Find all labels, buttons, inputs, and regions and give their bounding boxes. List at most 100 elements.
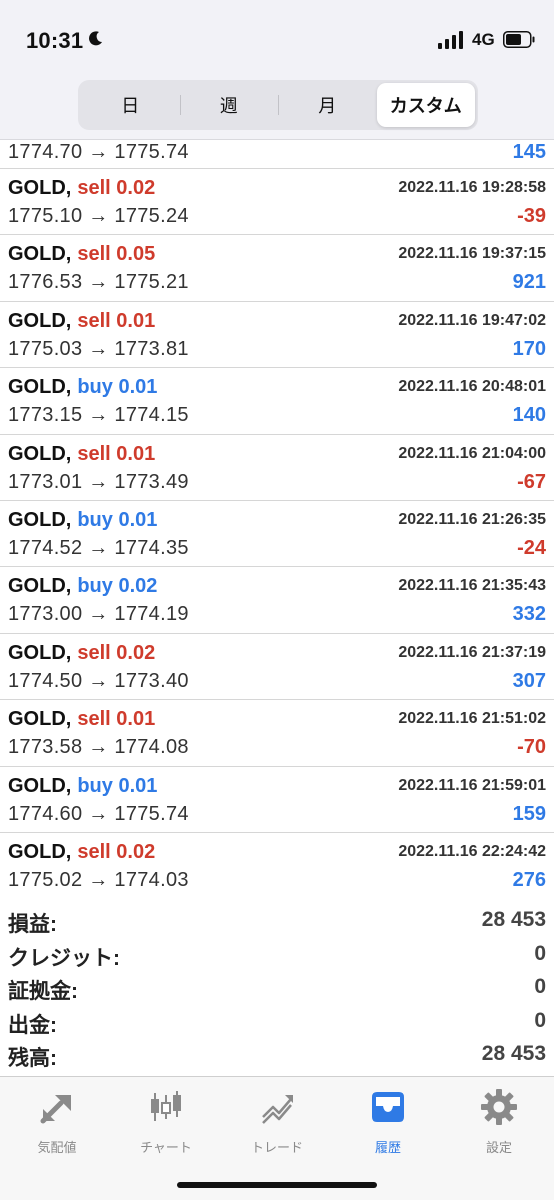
segment-week[interactable]: 週: [179, 83, 279, 127]
settings-icon: [481, 1089, 517, 1125]
trade-datetime: 2022.11.16 21:26:35: [398, 510, 546, 528]
trade-prices: 1775.02 → 1774.03: [8, 868, 189, 891]
trade-symbol: GOLD, sell 0.02: [8, 177, 155, 200]
trade-symbol: GOLD, buy 0.02: [8, 575, 157, 598]
moon-icon: [89, 31, 102, 46]
trade-symbol: GOLD, sell 0.01: [8, 310, 155, 333]
trade-profit: 170: [512, 337, 546, 360]
list-item[interactable]: GOLD, sell 0.01 2022.11.16 21:04:00 1773.…: [0, 435, 554, 501]
trade-prices: 1774.50 → 1773.40: [8, 669, 189, 692]
trade-prices: 1775.03 → 1773.81: [8, 337, 189, 360]
trade-profit: 159: [512, 802, 546, 825]
trade-prices: 1773.58 → 1774.08: [8, 736, 189, 759]
tab-label: チャート: [140, 1140, 192, 1155]
history-icon: [372, 1092, 404, 1122]
trade-symbol: GOLD, sell 0.01: [8, 443, 155, 466]
trade-profit: -67: [517, 470, 546, 493]
tab-history[interactable]: 履歴: [333, 1087, 443, 1156]
symbol-name: GOLD,: [8, 641, 72, 664]
status-bar: 10:31 4G: [0, 0, 554, 80]
trade-profit: 276: [512, 868, 546, 891]
trade-datetime: 2022.11.16 22:24:42: [398, 842, 546, 860]
tab-chart[interactable]: チャート: [111, 1087, 221, 1156]
list-item[interactable]: GOLD, sell 0.01 2022.11.16 21:51:02 1773.…: [0, 700, 554, 767]
symbol-name: GOLD,: [8, 508, 72, 531]
symbol-name: GOLD,: [8, 309, 72, 332]
summary-label: クレジット:: [8, 946, 120, 970]
trade-datetime: 2022.11.16 20:48:01: [398, 378, 546, 396]
trade-profit: 307: [512, 669, 546, 692]
summary-withdrawal: 出金: 0: [0, 1007, 554, 1041]
symbol-name: GOLD,: [8, 177, 72, 199]
list-item[interactable]: GOLD, sell 0.02 2022.11.16 21:37:19 1774.…: [0, 634, 554, 701]
tab-settings[interactable]: 設定: [444, 1087, 554, 1156]
signal-icon: [438, 31, 463, 49]
trade-profit: 332: [512, 603, 546, 626]
symbol-name: GOLD,: [8, 774, 72, 797]
trade-profit: -24: [517, 536, 546, 559]
summary-value: 28 453: [481, 1042, 546, 1065]
trade-side: sell 0.01: [77, 442, 156, 465]
network-type: 4G: [472, 30, 495, 49]
trade-datetime: 2022.11.16 21:35:43: [398, 577, 546, 595]
trade-icon: [262, 1095, 293, 1124]
list-item[interactable]: GOLD, sell 0.01 2022.11.16 19:47:02 1775.…: [0, 302, 554, 369]
trade-profit: -39: [517, 205, 546, 227]
list-item[interactable]: GOLD, sell 0.02 2022.11.16 19:28:58 1775.…: [0, 169, 554, 236]
trade-symbol: GOLD, sell 0.05: [8, 243, 155, 266]
tab-trade[interactable]: トレード: [222, 1087, 332, 1156]
trade-symbol: GOLD, buy 0.01: [8, 376, 157, 399]
home-indicator: [177, 1182, 377, 1188]
summary-label: 出金:: [8, 1013, 57, 1037]
trade-profit: 145: [512, 141, 546, 163]
symbol-name: GOLD,: [8, 442, 72, 465]
symbol-name: GOLD,: [8, 708, 72, 731]
trade-side: buy 0.01: [77, 774, 158, 797]
symbol-name: GOLD,: [8, 575, 72, 598]
summary-label: 残高:: [8, 1047, 57, 1070]
segment-month[interactable]: 月: [278, 83, 377, 127]
list-item[interactable]: GOLD, sell 0.05 2022.11.16 19:37:15 1776.…: [0, 235, 554, 302]
list-item[interactable]: GOLD, sell 0.02 2022.11.16 22:24:42 1775.…: [0, 833, 554, 898]
period-segmented-control: 日 週 月 カスタム: [78, 80, 478, 130]
list-item[interactable]: GOLD, buy 0.01 2022.11.16 21:26:35 1774.5…: [0, 501, 554, 568]
symbol-name: GOLD,: [8, 376, 72, 399]
trade-prices: 1773.15 → 1774.15: [8, 404, 189, 427]
trade-symbol: GOLD, sell 0.01: [8, 708, 155, 731]
trade-profit: -70: [517, 736, 546, 759]
segment-custom[interactable]: カスタム: [376, 83, 475, 127]
trade-prices: 1774.52 → 1774.35: [8, 536, 189, 559]
trade-datetime: 2022.11.16 19:47:02: [398, 311, 546, 329]
trade-prices: 1773.00 → 1774.19: [8, 603, 189, 626]
trade-side: sell 0.01: [77, 309, 156, 332]
list-item[interactable]: GOLD, buy 0.02 2022.11.16 21:35:43 1773.0…: [0, 567, 554, 634]
trade-side: sell 0.01: [77, 708, 156, 731]
chart-icon: [151, 1091, 181, 1121]
trade-symbol: GOLD, buy 0.01: [8, 775, 157, 798]
summary-value: 0: [534, 1008, 546, 1032]
battery-icon: [503, 31, 535, 48]
account-summary: 損益: 28 453 クレジット: 0 証拠金: 0 出金: 0 残高: 28 …: [0, 906, 554, 1074]
trade-datetime: 2022.11.16 21:37:19: [398, 643, 546, 661]
trade-side: sell 0.05: [77, 243, 156, 266]
history-list[interactable]: 1774.70 → 1775.74 145 GOLD, sell 0.02 202…: [0, 140, 554, 898]
summary-margin: 証拠金: 0: [0, 973, 554, 1007]
trade-side: buy 0.02: [77, 575, 158, 598]
list-item[interactable]: GOLD, buy 0.01 2022.11.16 20:48:01 1773.1…: [0, 368, 554, 435]
trade-profit: 921: [512, 271, 546, 294]
summary-credit: クレジット: 0: [0, 940, 554, 974]
trade-prices: 1773.01 → 1773.49: [8, 470, 189, 493]
trade-side: sell 0.02: [77, 840, 156, 863]
trade-datetime: 2022.11.16 21:04:00: [398, 444, 546, 462]
summary-value: 28 453: [481, 908, 546, 931]
list-item[interactable]: 1774.70 → 1775.74 145: [0, 140, 554, 169]
summary-profit: 損益: 28 453: [0, 906, 554, 940]
tab-quotes[interactable]: 気配値: [2, 1087, 112, 1156]
trade-prices: 1774.60 → 1775.74: [8, 802, 189, 825]
segment-day[interactable]: 日: [81, 83, 180, 127]
trade-side: sell 0.02: [77, 177, 156, 199]
period-header: 日 週 月 カスタム: [0, 80, 554, 140]
list-item[interactable]: GOLD, buy 0.01 2022.11.16 21:59:01 1774.6…: [0, 767, 554, 833]
tab-label: 気配値: [37, 1140, 77, 1155]
summary-value: 0: [534, 941, 546, 965]
